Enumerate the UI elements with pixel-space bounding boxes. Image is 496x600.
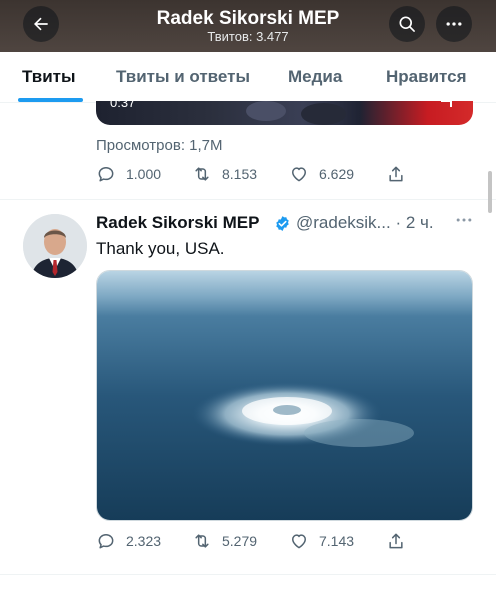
reply-button[interactable]: 1.000 bbox=[96, 164, 161, 184]
tab-tweets-and-replies[interactable]: Твиты и ответы bbox=[116, 66, 250, 88]
tweet-header: Radek Sikorski MEP @radeksik... · 2 ч. bbox=[96, 212, 476, 234]
tab-likes[interactable]: Нравится bbox=[386, 66, 467, 88]
tweet-image[interactable] bbox=[96, 270, 473, 521]
reply-count: 1.000 bbox=[126, 166, 162, 182]
tweet-divider bbox=[0, 199, 496, 200]
scrollbar-thumb[interactable] bbox=[488, 171, 492, 213]
reply-count: 2.323 bbox=[126, 533, 162, 549]
search-button[interactable] bbox=[389, 6, 425, 42]
more-horizontal-icon bbox=[456, 218, 472, 222]
reply-button[interactable]: 2.323 bbox=[96, 531, 161, 551]
retweet-icon bbox=[195, 167, 209, 181]
heart-icon bbox=[292, 534, 306, 549]
verified-badge-icon bbox=[276, 216, 289, 231]
more-horizontal-icon bbox=[446, 22, 462, 26]
active-tab-indicator bbox=[18, 98, 83, 102]
video-overlay-icon bbox=[441, 101, 452, 107]
reply-icon bbox=[98, 534, 114, 549]
retweet-button[interactable]: 5.279 bbox=[192, 531, 257, 551]
like-button[interactable]: 6.629 bbox=[289, 164, 354, 184]
video-frame-shape bbox=[246, 101, 286, 121]
retweet-button[interactable]: 8.153 bbox=[192, 164, 257, 184]
tweet-menu-button[interactable] bbox=[454, 210, 474, 232]
avatar[interactable] bbox=[23, 214, 87, 278]
like-count: 6.629 bbox=[319, 166, 355, 182]
video-frame-shape bbox=[301, 103, 346, 125]
retweet-count: 5.279 bbox=[222, 533, 258, 549]
tab-media[interactable]: Медиа bbox=[288, 66, 342, 88]
profile-header: Radek Sikorski MEP Твитов: 3.477 bbox=[0, 0, 496, 52]
author-name[interactable]: Radek Sikorski MEP bbox=[96, 212, 259, 234]
video-duration: 0:37 bbox=[110, 101, 136, 110]
sea-image bbox=[97, 271, 472, 520]
share-icon bbox=[389, 533, 403, 549]
retweet-icon bbox=[195, 534, 209, 548]
tweet-text: Thank you, USA. bbox=[96, 239, 225, 258]
tweet-divider bbox=[0, 574, 496, 575]
share-button[interactable] bbox=[386, 164, 406, 184]
search-icon bbox=[399, 16, 415, 32]
share-icon bbox=[389, 166, 403, 182]
more-button[interactable] bbox=[436, 6, 472, 42]
previous-tweet-video[interactable]: 0:37 bbox=[96, 101, 473, 125]
heart-icon bbox=[292, 167, 306, 182]
author-handle-time[interactable]: @radeksik... · 2 ч. bbox=[296, 212, 434, 234]
tweet-actions: 2.323 5.279 7.143 bbox=[96, 531, 416, 553]
retweet-count: 8.153 bbox=[222, 166, 258, 182]
tab-tweets[interactable]: Твиты bbox=[22, 66, 75, 88]
profile-tabs: Твиты Твиты и ответы Медиа Нравится bbox=[0, 52, 496, 103]
like-count: 7.143 bbox=[319, 533, 355, 549]
share-button[interactable] bbox=[386, 531, 406, 551]
view-count: Просмотров: 1,7M bbox=[96, 137, 223, 154]
like-button[interactable]: 7.143 bbox=[289, 531, 354, 551]
avatar-photo bbox=[23, 214, 87, 278]
previous-tweet-actions: 1.000 8.153 6.629 bbox=[96, 164, 416, 186]
reply-icon bbox=[98, 167, 114, 182]
